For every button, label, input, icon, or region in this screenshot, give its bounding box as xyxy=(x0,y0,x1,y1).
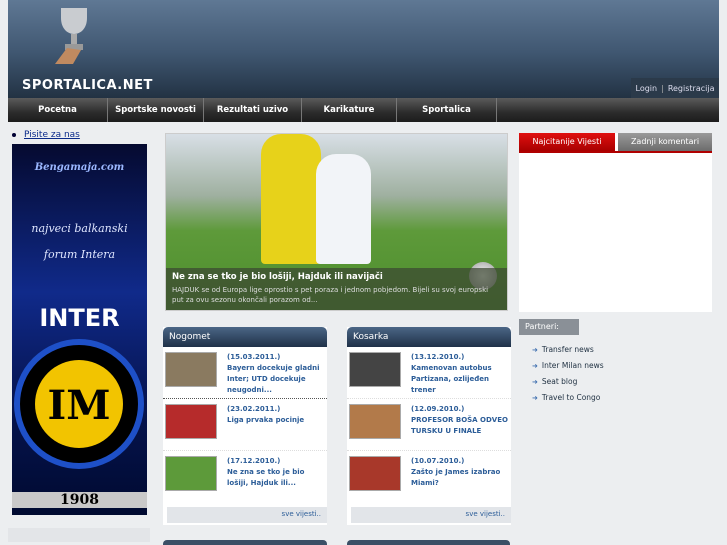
list-item[interactable]: (23.02.2011.) Liga prvaka pocinje xyxy=(163,399,327,451)
svg-text:IM: IM xyxy=(48,382,111,429)
inter-forum-banner[interactable]: Bengamaja.com najveci balkanski forum In… xyxy=(12,144,147,515)
news-date: (12.09.2010.) xyxy=(411,405,465,413)
news-title[interactable]: Ne zna se tko je bio lošiji, Hajduk ili.… xyxy=(227,467,325,489)
banner-site: Bengamaja.com xyxy=(34,162,125,173)
news-title[interactable]: PROFESOR BOŠA ODVEO TURSKU U FINALE xyxy=(411,415,509,437)
box-header-strip xyxy=(347,540,510,545)
news-thumbnail xyxy=(349,456,401,491)
news-date: (17.12.2010.) xyxy=(227,457,281,465)
list-item[interactable]: (17.12.2010.) Ne zna se tko je bio lošiji… xyxy=(163,451,327,503)
news-date: (23.02.2011.) xyxy=(227,405,281,413)
news-thumbnail xyxy=(349,404,401,439)
nogomet-box: Nogomet (15.03.2011.) Bayern docekuje gla… xyxy=(163,327,327,525)
featured-text: HAJDUK se od Europa lige oprostio s pet … xyxy=(172,286,489,304)
nav-rezultati-uzivo[interactable]: Rezultati uzivo xyxy=(204,98,302,122)
news-title[interactable]: Zašto je James izabrao Miami? xyxy=(411,467,509,489)
login-bar: Login | Registracija xyxy=(631,78,719,98)
news-date: (10.07.2010.) xyxy=(411,457,465,465)
arrow-icon: ➜ xyxy=(532,377,538,386)
write-for-us-label: Pisite za nas xyxy=(24,130,80,140)
partner-link[interactable]: ➜ Transfer news xyxy=(532,345,594,354)
nav-karikature[interactable]: Karikature xyxy=(302,98,397,122)
site-logo[interactable]: SPORTALICA.NET xyxy=(22,78,153,93)
player-figure xyxy=(316,154,371,264)
list-item[interactable]: (15.03.2011.) Bayern docekuje gladni Inte… xyxy=(163,347,327,399)
nav-sportalica[interactable]: Sportalica xyxy=(397,98,497,122)
arrow-icon: ➜ xyxy=(532,361,538,370)
tab-latest-comments[interactable]: Zadnji komentari xyxy=(618,133,712,151)
banner-club: INTER xyxy=(39,304,120,332)
partner-label: Travel to Congo xyxy=(541,393,601,402)
nogomet-more-link[interactable]: sve vijesti.. xyxy=(167,507,327,523)
news-thumbnail xyxy=(165,352,217,387)
banner-line2: forum Intera xyxy=(43,248,116,261)
kosarka-more-link[interactable]: sve vijesti.. xyxy=(351,507,511,523)
left-bottom-strip xyxy=(8,528,150,542)
kosarka-title: Kosarka xyxy=(347,327,511,347)
news-date: (13.12.2010.) xyxy=(411,353,465,361)
tab-most-read[interactable]: Najcitanije Vijesti xyxy=(519,133,615,151)
partner-link[interactable]: ➜ Seat blog xyxy=(532,377,577,386)
banner-line1: najveci balkanski xyxy=(31,222,128,235)
news-thumbnail xyxy=(165,404,217,439)
write-for-us-link[interactable]: Pisite za nas xyxy=(12,130,80,140)
partner-link[interactable]: ➜ Inter Milan news xyxy=(532,361,604,370)
featured-news[interactable]: Ne zna se tko je bio lošiji, Hajduk ili … xyxy=(165,133,508,311)
news-title[interactable]: Kamenovan autobus Partizana, ozlijeđen t… xyxy=(411,363,509,396)
nav-sportske-novosti[interactable]: Sportske novosti xyxy=(108,98,204,122)
news-thumbnail xyxy=(165,456,217,491)
partners-title: Partneri: xyxy=(519,319,579,335)
kosarka-box: Kosarka (13.12.2010.) Kamenovan autobus P… xyxy=(347,327,511,525)
list-item[interactable]: (12.09.2010.) PROFESOR BOŠA ODVEO TURSKU … xyxy=(347,399,511,451)
tab-underline xyxy=(519,151,712,153)
list-item[interactable]: (13.12.2010.) Kamenovan autobus Partizana… xyxy=(347,347,511,399)
banner-year: 1908 xyxy=(12,492,147,508)
main-nav: Pocetna Sportske novosti Rezultati uzivo… xyxy=(8,98,719,122)
list-item[interactable]: (10.07.2010.) Zašto je James izabrao Miam… xyxy=(347,451,511,503)
news-date: (15.03.2011.) xyxy=(227,353,281,361)
bullet-icon xyxy=(12,132,16,137)
partner-label: Transfer news xyxy=(541,345,594,354)
partner-label: Seat blog xyxy=(541,377,578,386)
login-link[interactable]: Login xyxy=(636,84,658,93)
news-title[interactable]: Bayern docekuje gladni Inter; UTD doceku… xyxy=(227,363,325,396)
partner-link[interactable]: ➜ Travel to Congo xyxy=(532,393,600,402)
arrow-icon: ➜ xyxy=(532,345,538,354)
player-figure xyxy=(261,134,321,264)
nav-pocetna[interactable]: Pocetna xyxy=(8,98,108,122)
featured-caption: Ne zna se tko je bio lošiji, Hajduk ili … xyxy=(166,268,507,310)
register-link[interactable]: Registracija xyxy=(668,84,715,93)
site-header: SPORTALICA.NET Login | Registracija xyxy=(8,0,719,98)
trophy-icon xyxy=(55,8,87,64)
nogomet-title: Nogomet xyxy=(163,327,327,347)
news-thumbnail xyxy=(349,352,401,387)
news-title[interactable]: Liga prvaka pocinje xyxy=(227,415,304,426)
news-tabs-panel: Najcitanije Vijesti Zadnji komentari xyxy=(519,133,712,312)
box-header-strip xyxy=(163,540,327,545)
arrow-icon: ➜ xyxy=(532,393,538,402)
featured-title[interactable]: Ne zna se tko je bio lošiji, Hajduk ili … xyxy=(172,272,501,282)
partner-label: Inter Milan news xyxy=(541,361,604,370)
